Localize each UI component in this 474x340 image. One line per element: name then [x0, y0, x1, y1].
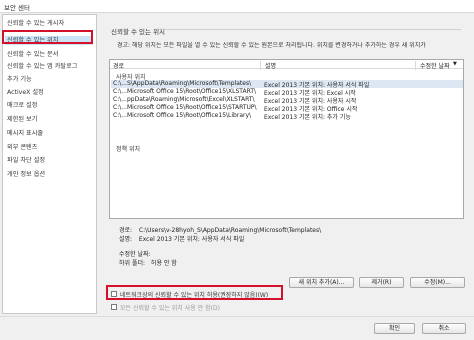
- sidebar-item-activex[interactable]: ActiveX 설정: [7, 88, 44, 97]
- sidebar-highlight-box: [2, 30, 93, 44]
- detail-modified-label: 수정한 날짜:: [119, 251, 151, 258]
- disable-all-locations-label[interactable]: 모든 신뢰할 수 있는 위치 사용 안 함(D): [120, 303, 220, 312]
- row-path: C:\...Microsoft Office 15\Root\Office15\…: [113, 104, 257, 111]
- warning-text: 경고: 해당 위치는 모든 파일을 열 수 있는 신뢰할 수 있는 원본으로 처…: [117, 42, 426, 49]
- table-row[interactable]: C:\...Microsoft Office 15\Root\Office15\…: [111, 88, 463, 97]
- detail-subfolders-value: 허용 안 함: [150, 260, 177, 267]
- dialog-footer: 확인 취소: [0, 316, 474, 340]
- window-title: 보안 센터: [4, 4, 30, 12]
- add-location-button[interactable]: 새 위치 추가(A)...: [289, 277, 354, 288]
- table-row[interactable]: C:\...ppData\Roaming\Microsoft\Excel\XLS…: [111, 96, 463, 105]
- row-path: C:\...S\AppData\Roaming\Microsoft\Templa…: [113, 80, 252, 87]
- sidebar-item-add-ins[interactable]: 추가 기능: [7, 75, 32, 84]
- column-description[interactable]: 설명: [265, 61, 276, 70]
- detail-path-value: C:\Users\v-28hyoh_S\AppData\Roaming\Micr…: [138, 227, 322, 234]
- locations-list[interactable]: 경로 설명 수정한 날짜 ▼ 사용자 위치 C:\...S\AppData\Ro…: [109, 59, 464, 219]
- cancel-button[interactable]: 취소: [422, 323, 466, 334]
- column-modified[interactable]: 수정한 날짜: [420, 61, 450, 70]
- sidebar-item-trusted-publishers[interactable]: 신뢰할 수 있는 게시자: [7, 19, 64, 28]
- main-panel: 신뢰할 수 있는 위치 경고: 해당 위치는 모든 파일을 열 수 있는 신뢰할…: [105, 14, 469, 319]
- detail-modified: 수정한 날짜:: [119, 251, 151, 259]
- detail-description: 설명: Excel 2013 기본 위치: 사용자 서식 파일: [119, 236, 244, 244]
- sidebar: 신뢰할 수 있는 게시자 신뢰할 수 있는 위치 신뢰할 수 있는 문서 신뢰할…: [2, 14, 97, 314]
- detail-description-label: 설명:: [119, 236, 133, 243]
- detail-description-value: Excel 2013 기본 위치: 사용자 서식 파일: [138, 236, 245, 243]
- sidebar-item-trusted-documents[interactable]: 신뢰할 수 있는 문서: [7, 50, 58, 59]
- section-title: 신뢰할 수 있는 위치: [111, 28, 166, 36]
- sidebar-item-file-block[interactable]: 파일 차단 설정: [7, 156, 45, 165]
- ok-button[interactable]: 확인: [374, 323, 415, 334]
- row-path: C:\...ppData\Roaming\Microsoft\Excel\XLS…: [113, 96, 255, 103]
- row-path: C:\...Microsoft Office 15\Root\Office15\…: [113, 88, 257, 95]
- table-row[interactable]: C:\...S\AppData\Roaming\Microsoft\Templa…: [111, 80, 463, 89]
- section-divider: [161, 29, 461, 30]
- detail-subfolders: 하위 폴더: 허용 안 함: [119, 260, 177, 268]
- column-path[interactable]: 경로: [113, 61, 124, 70]
- list-header: 경로 설명 수정한 날짜 ▼: [110, 60, 463, 70]
- column-separator: [260, 61, 261, 70]
- sidebar-item-macro-settings[interactable]: 매크로 설정: [7, 101, 37, 110]
- detail-path-label: 경로:: [119, 227, 133, 234]
- checkbox-highlight-box: [106, 285, 283, 300]
- sidebar-item-protected-view[interactable]: 제한된 보기: [7, 115, 37, 124]
- table-row[interactable]: C:\...Microsoft Office 15\Root\Office15\…: [111, 104, 463, 113]
- detail-path: 경로: C:\Users\v-28hyoh_S\AppData\Roaming\…: [119, 227, 321, 235]
- row-path: C:\...Microsoft Office 15\Root\Office15\…: [113, 112, 252, 119]
- sidebar-item-privacy-options[interactable]: 개인 정보 옵션: [7, 170, 45, 179]
- sidebar-item-external-content[interactable]: 외부 콘텐츠: [7, 143, 37, 152]
- sort-arrow-icon: ▼: [453, 61, 457, 67]
- column-separator: [415, 61, 416, 70]
- title-bar: 보안 센터: [0, 0, 474, 13]
- table-row[interactable]: C:\...Microsoft Office 15\Root\Office15\…: [111, 112, 463, 121]
- remove-button[interactable]: 제거(R): [359, 277, 404, 288]
- policy-locations-label: 정책 위치: [116, 146, 140, 153]
- modify-button[interactable]: 수정(M)...: [410, 277, 465, 288]
- row-description: Excel 2013 기본 위치: 추가 기능: [264, 114, 351, 121]
- sidebar-item-message-bar[interactable]: 메시지 표시줄: [7, 129, 43, 138]
- disable-all-locations-checkbox[interactable]: [111, 304, 117, 310]
- sidebar-item-trusted-app-catalogs[interactable]: 신뢰할 수 있는 앱 카탈로그: [7, 62, 77, 71]
- detail-subfolders-label: 하위 폴더:: [119, 260, 146, 267]
